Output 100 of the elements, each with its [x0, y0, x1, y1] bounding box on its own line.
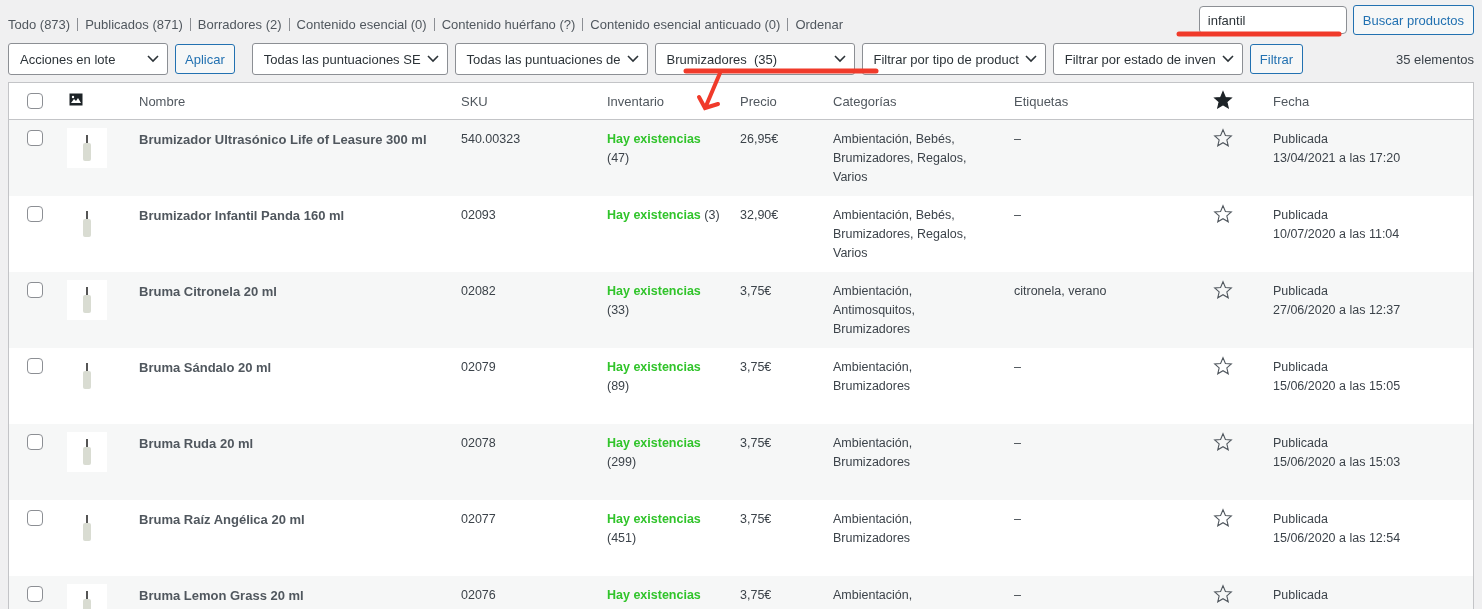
categories-text: Ambientación, Brumizadores	[833, 359, 914, 395]
row-checkbox[interactable]	[27, 358, 43, 374]
column-header[interactable]: Nombre	[131, 93, 453, 109]
price-text: 3,75€	[740, 360, 772, 374]
view-link[interactable]: Ordenar	[795, 16, 844, 32]
status-text: Publicada	[1273, 511, 1329, 528]
product-name-link[interactable]: Bruma Raíz Angélica 20 ml	[139, 512, 305, 527]
select-all-checkbox[interactable]	[27, 93, 43, 109]
view-link[interactable]: Contenido huérfano (?)	[441, 16, 576, 32]
view-link[interactable]: Borradores (2)	[197, 16, 282, 32]
stock-count: (47)	[607, 151, 630, 165]
sku-text: 02077	[461, 512, 496, 526]
star-icon[interactable]	[1213, 204, 1233, 224]
column-header[interactable]: Fecha	[1265, 93, 1473, 109]
categories-text: Ambientación, Bebés, Brumizadores, Regalos, Varios	[833, 131, 968, 186]
stock-count: (299)	[607, 455, 637, 469]
filter-select[interactable]: Filtrar por tipo de product	[861, 43, 1046, 75]
stock-count: (3)	[704, 208, 720, 222]
sku-text: 540.00323	[461, 132, 521, 146]
column-header[interactable]: SKU	[453, 93, 599, 109]
categories-text: Ambientación,	[833, 587, 914, 604]
search-button[interactable]: Buscar productos	[1352, 5, 1474, 35]
chevron-down-icon	[1024, 55, 1037, 63]
filter-select[interactable]: Filtrar por estado de inven	[1052, 43, 1243, 75]
sku-text: 02093	[461, 208, 496, 222]
price-text: 3,75€	[740, 284, 772, 298]
column-header[interactable]: Precio	[732, 93, 825, 109]
view-link[interactable]: Contenido esencial (0)	[296, 16, 427, 32]
stock-status: Hay existencias	[607, 208, 701, 222]
view-link[interactable]: Todo (873)	[8, 16, 71, 32]
stock-status: Hay existencias	[607, 512, 701, 526]
chevron-down-icon	[626, 55, 639, 63]
column-header[interactable]: Etiquetas	[1006, 93, 1205, 109]
row-checkbox[interactable]	[27, 206, 43, 222]
product-name-link[interactable]: Brumizador Ultrasónico Life of Leasure 300 ml	[139, 132, 427, 147]
sku-text: 02076	[461, 588, 496, 602]
row-checkbox[interactable]	[27, 130, 43, 146]
tags-text: citronela, verano	[1014, 284, 1107, 298]
sku-text: 02082	[461, 284, 496, 298]
item-count: 35 elementos	[1395, 51, 1474, 67]
star-icon	[1213, 89, 1233, 110]
star-icon[interactable]	[1213, 432, 1233, 452]
product-name-link[interactable]: Bruma Sándalo 20 ml	[139, 360, 272, 375]
view-link[interactable]: Contenido esencial anticuado (0)	[590, 16, 781, 32]
stock-status: Hay existencias	[607, 360, 701, 374]
tags-text: –	[1014, 360, 1021, 374]
stock-status: Hay existencias	[607, 132, 701, 146]
status-text: Publicada	[1273, 435, 1329, 452]
column-header[interactable]: Categorías	[825, 93, 1006, 109]
product-name-link[interactable]: Bruma Citronela 20 ml	[139, 284, 277, 299]
status-text: Publicada	[1273, 283, 1329, 300]
date-text: 27/06/2020 a las 12:37	[1273, 303, 1401, 317]
date-text: 15/06/2020 a las 15:05	[1273, 379, 1401, 393]
product-name-link[interactable]: Brumizador Infantil Panda 160 ml	[139, 208, 345, 223]
stock-count: (33)	[607, 303, 630, 317]
date-text: 13/04/2021 a las 17:20	[1273, 151, 1401, 165]
search-field[interactable]: infantil	[1198, 6, 1347, 34]
row-checkbox[interactable]	[27, 282, 43, 298]
stock-status: Hay existencias	[607, 284, 701, 298]
status-text: Publicada	[1273, 131, 1329, 148]
stock-count: (89)	[607, 379, 630, 393]
column-header[interactable]: Inventario	[599, 93, 732, 109]
row-checkbox[interactable]	[27, 510, 43, 526]
price-text: 26,95€	[740, 132, 779, 146]
status-text: Publicada	[1273, 587, 1329, 604]
product-photo-placeholder	[67, 128, 107, 168]
tags-text: –	[1014, 588, 1021, 602]
filter-select[interactable]: Todas las puntuaciones SE	[251, 43, 448, 75]
chevron-down-icon	[833, 55, 846, 63]
chevron-down-icon	[1221, 55, 1234, 63]
stock-status: Hay existencias	[607, 588, 701, 602]
price-text: 3,75€	[740, 436, 772, 450]
tags-text: –	[1014, 512, 1021, 526]
apply-button[interactable]: Aplicar	[175, 44, 235, 74]
tags-text: –	[1014, 436, 1021, 450]
tags-text: –	[1014, 132, 1021, 146]
sku-text: 02079	[461, 360, 496, 374]
filter-button[interactable]: Filtrar	[1249, 44, 1303, 74]
star-icon[interactable]	[1213, 356, 1233, 376]
price-text: 3,75€	[740, 512, 772, 526]
star-icon[interactable]	[1213, 280, 1233, 300]
star-icon[interactable]	[1213, 584, 1233, 604]
filter-select[interactable]: Todas las puntuaciones de	[454, 43, 648, 75]
row-checkbox[interactable]	[27, 586, 43, 602]
bulk-actions-select[interactable]: Acciones en lote	[8, 43, 168, 75]
stock-status: Hay existencias	[607, 436, 701, 450]
date-text: 15/06/2020 a las 15:03	[1273, 455, 1401, 469]
date-text: 10/07/2020 a las 11:04	[1273, 227, 1400, 241]
image-icon	[69, 93, 83, 106]
product-name-link[interactable]: Bruma Ruda 20 ml	[139, 436, 254, 451]
row-checkbox[interactable]	[27, 434, 43, 450]
tags-text: –	[1014, 208, 1021, 222]
chevron-down-icon	[426, 55, 439, 63]
product-photo-placeholder	[67, 432, 107, 472]
product-name-link[interactable]: Bruma Lemon Grass 20 ml	[139, 588, 304, 603]
status-text: Publicada	[1273, 359, 1329, 376]
star-icon[interactable]	[1213, 508, 1233, 528]
price-text: 3,75€	[740, 588, 772, 602]
star-icon[interactable]	[1213, 128, 1233, 148]
view-link[interactable]: Publicados (871)	[85, 16, 183, 32]
